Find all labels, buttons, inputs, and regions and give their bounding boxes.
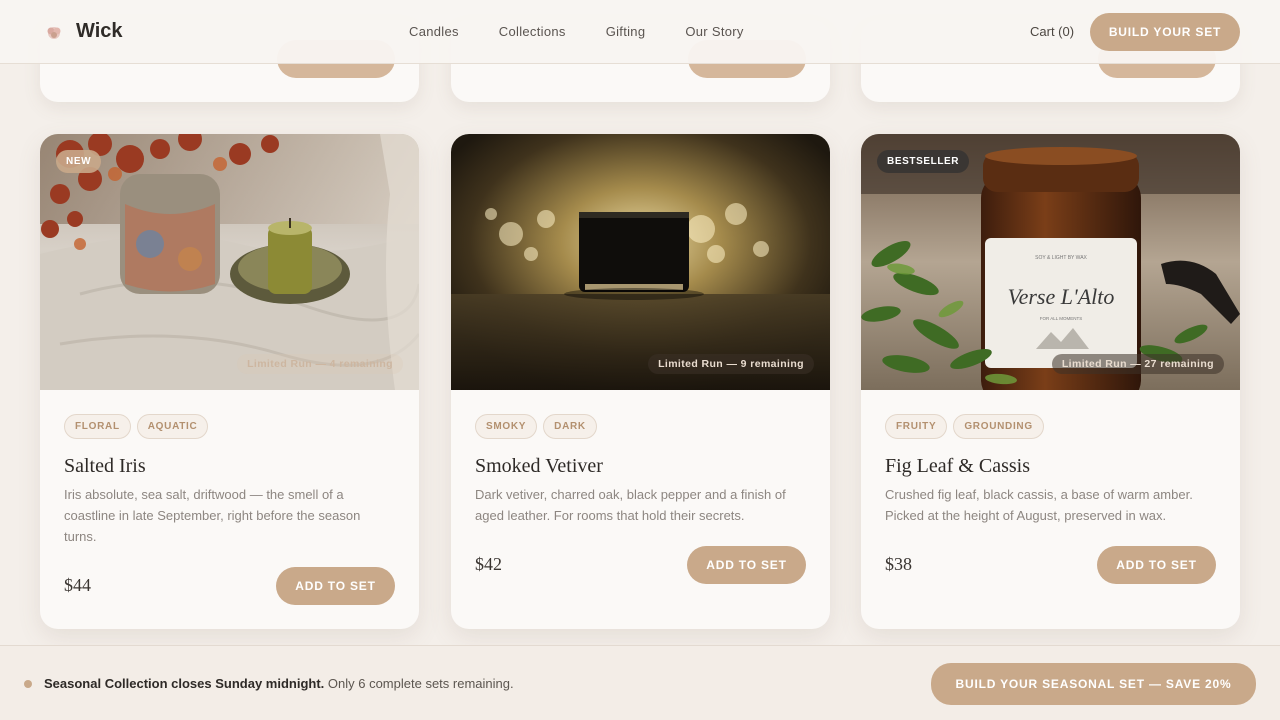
product-photo[interactable]: SOY & LIGHT BY WAX Verse L'Alto FOR ALL …: [861, 134, 1240, 390]
add-to-set-button[interactable]: ADD TO SET: [1097, 546, 1216, 584]
product-description: Crushed fig leaf, black cassis, a base o…: [885, 487, 1193, 523]
tag-list: SMOKY DARK: [475, 414, 597, 439]
brand[interactable]: Wick: [44, 20, 123, 43]
banner-text-bold: Seasonal Collection closes Sunday midnig…: [44, 676, 325, 691]
tag[interactable]: FLORAL: [64, 414, 131, 439]
tag-list: FLORAL AQUATIC: [64, 414, 209, 439]
product-description: Dark vetiver, charred oak, black pepper …: [475, 487, 786, 523]
add-to-set-button[interactable]: ADD TO SET: [276, 567, 395, 605]
new-badge: NEW: [56, 150, 102, 173]
main-nav: Candles Collections Gifting Our Story: [409, 24, 744, 39]
product-card: Limited Run — 9 remaining SMOKY DARK Smo…: [451, 134, 830, 629]
product-title[interactable]: Fig Leaf & Cassis: [885, 455, 1030, 478]
product-photo[interactable]: Limited Run — 9 remaining: [451, 134, 830, 390]
limited-run-label: Limited Run — 27 remaining: [1051, 354, 1224, 374]
site-header: Wick Candles Collections Gifting Our Sto…: [0, 0, 1280, 64]
product-card: NEW Limited Run — 4 remaining FLORAL AQU…: [40, 134, 419, 629]
status-dot-icon: [24, 680, 32, 688]
cart-link[interactable]: Cart (0): [1030, 24, 1074, 39]
banner-text: Seasonal Collection closes Sunday midnig…: [44, 676, 514, 691]
product-title[interactable]: Salted Iris: [64, 455, 146, 478]
banner-text-rest: Only 6 complete sets remaining.: [324, 676, 514, 691]
tag-list: FRUITY GROUNDING: [885, 414, 1044, 439]
dried-flowers-candle-image: [40, 134, 419, 390]
tag[interactable]: SMOKY: [475, 414, 538, 439]
jar-label-line2: FOR ALL MOMENTS: [1040, 316, 1083, 321]
tag[interactable]: FRUITY: [885, 414, 948, 439]
tag[interactable]: GROUNDING: [953, 414, 1044, 439]
product-card: SOY & LIGHT BY WAX Verse L'Alto FOR ALL …: [861, 134, 1240, 629]
add-to-set-button[interactable]: ADD TO SET: [687, 546, 806, 584]
jar-label-line1: SOY & LIGHT BY WAX: [1035, 255, 1087, 261]
product-price: $38: [885, 554, 912, 574]
tag[interactable]: AQUATIC: [136, 414, 209, 439]
nav-candles[interactable]: Candles: [409, 24, 459, 39]
product-price: $44: [64, 575, 91, 595]
product-title[interactable]: Smoked Vetiver: [475, 455, 603, 478]
logo-icon: [47, 26, 61, 39]
product-description: Iris absolute, sea salt, driftwood — the…: [64, 487, 361, 544]
product-photo[interactable]: NEW Limited Run — 4 remaining: [40, 134, 419, 390]
nav-our-story[interactable]: Our Story: [685, 24, 743, 39]
nav-collections[interactable]: Collections: [499, 24, 566, 39]
limited-run-label: Limited Run — 4 remaining: [237, 354, 403, 374]
bestseller-badge: BESTSELLER: [877, 150, 970, 173]
dark-candle-image: [451, 134, 830, 390]
limited-run-label: Limited Run — 9 remaining: [648, 354, 814, 374]
tag[interactable]: DARK: [543, 414, 597, 439]
nav-gifting[interactable]: Gifting: [606, 24, 646, 39]
product-price: $42: [475, 554, 502, 574]
brand-name: Wick: [76, 20, 123, 42]
seasonal-banner: Seasonal Collection closes Sunday midnig…: [0, 645, 1280, 720]
build-seasonal-set-button[interactable]: BUILD YOUR SEASONAL SET — SAVE 20%: [931, 663, 1256, 705]
jar-label-script: Verse L'Alto: [1008, 284, 1115, 309]
build-your-set-button[interactable]: BUILD YOUR SET: [1090, 13, 1240, 51]
